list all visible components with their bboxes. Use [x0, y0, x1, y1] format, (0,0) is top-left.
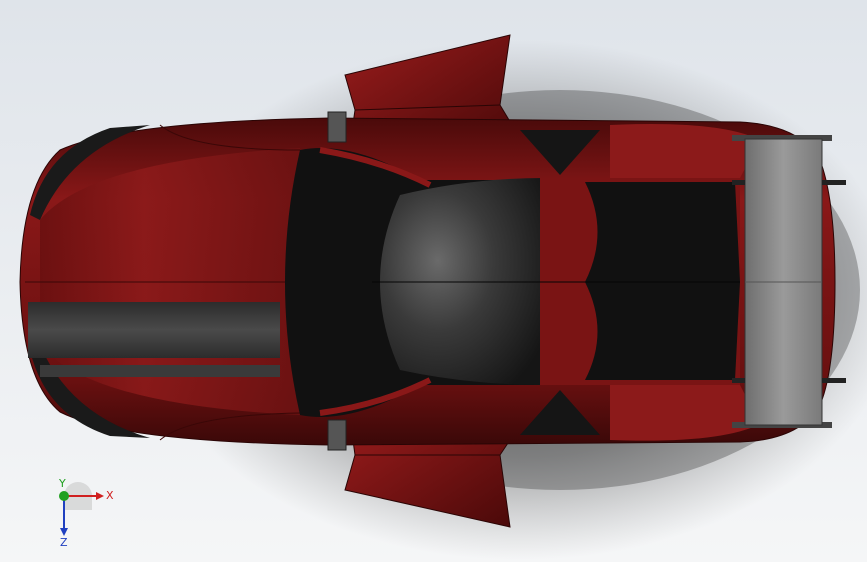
view-triad[interactable]: X Y Z — [44, 478, 124, 548]
z-axis-label: Z — [60, 536, 68, 548]
racing-stripe — [28, 302, 280, 358]
y-axis-dot — [59, 491, 69, 501]
mirror-upper — [327, 111, 347, 143]
y-axis-label: Y — [58, 478, 66, 490]
z-axis-arrowhead — [60, 528, 68, 536]
rear-haunch-upper — [610, 124, 760, 178]
x-axis-label: X — [106, 489, 114, 502]
3d-viewport[interactable]: X Y Z — [0, 0, 867, 562]
x-axis-arrowhead — [96, 492, 104, 500]
racing-stripe-thin — [40, 365, 280, 377]
car-model-scene[interactable] — [0, 0, 867, 562]
rear-window — [585, 182, 740, 282]
mirror-lower — [327, 419, 347, 451]
